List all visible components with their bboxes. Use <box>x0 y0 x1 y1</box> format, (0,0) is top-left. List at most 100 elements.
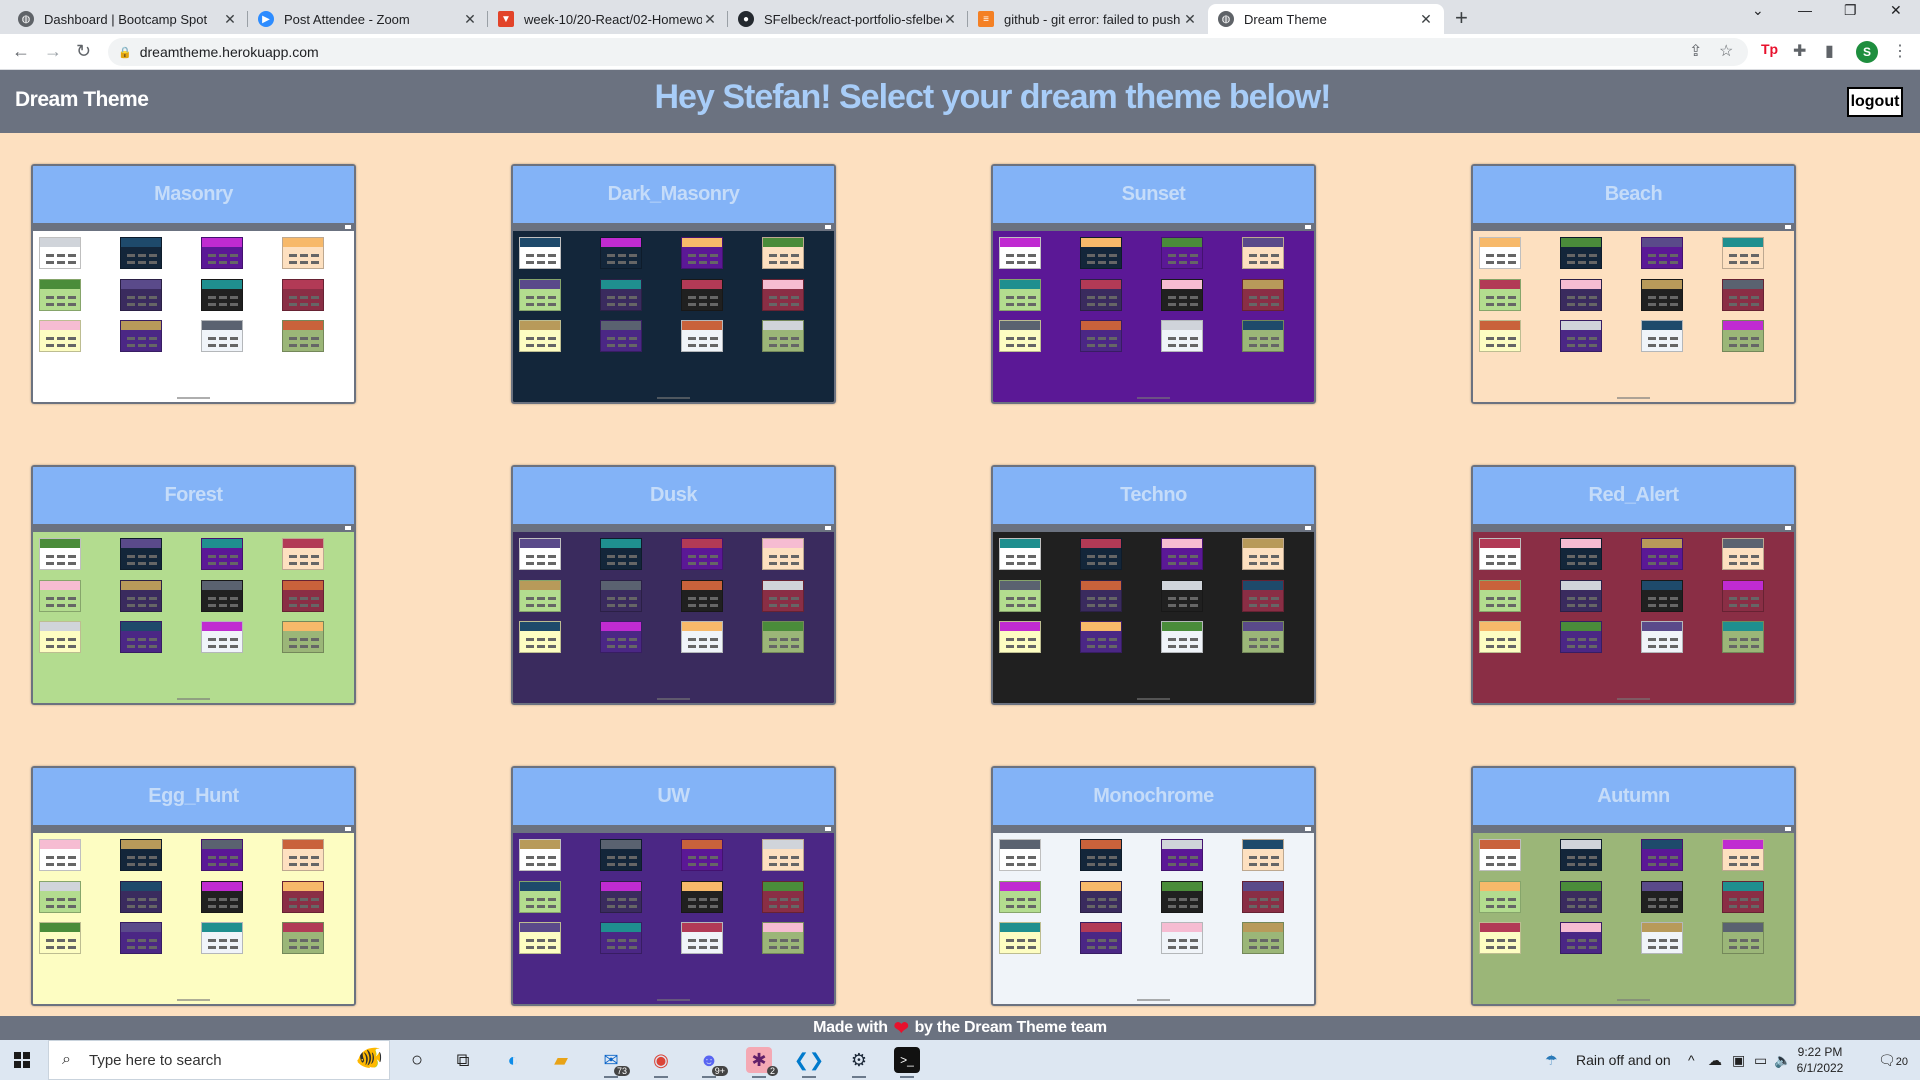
mini-theme-thumbnail <box>201 538 243 570</box>
mini-theme-thumbnail <box>1080 538 1122 570</box>
browser-tab-strip: ◍ Dashboard | Bootcamp Spot ✕ ▶ Post Att… <box>0 0 1920 34</box>
back-icon[interactable]: ← <box>12 41 30 62</box>
theme-preview <box>993 524 1314 703</box>
address-bar[interactable]: 🔒 dreamtheme.herokuapp.com <box>108 38 1748 66</box>
close-icon[interactable]: ✕ <box>462 11 478 28</box>
theme-card[interactable]: Autumn <box>1471 766 1796 1006</box>
theme-card[interactable]: Beach <box>1471 164 1796 404</box>
weather-icon[interactable]: ☂ <box>1545 1052 1558 1069</box>
cortana-icon[interactable]: ○ <box>404 1047 430 1073</box>
edge-icon[interactable]: ◐ <box>500 1047 526 1073</box>
mini-theme-thumbnail <box>282 279 324 311</box>
tray-chevron-icon[interactable]: ^ <box>1688 1052 1695 1068</box>
new-tab-button[interactable]: + <box>1455 5 1468 31</box>
theme-preview <box>33 524 354 703</box>
system-clock[interactable]: 9:22 PM 6/1/2022 <box>1784 1044 1856 1076</box>
close-icon[interactable]: ✕ <box>1418 11 1434 28</box>
meet-now-icon[interactable]: ▣ <box>1732 1052 1745 1069</box>
forward-icon[interactable]: → <box>44 41 62 62</box>
tab-search-icon[interactable]: ⌄ <box>1752 2 1764 19</box>
mini-theme-thumbnail <box>681 580 723 612</box>
chrome-icon[interactable]: ◉ <box>648 1047 674 1078</box>
notification-icon[interactable]: 🗨20 <box>1878 1052 1908 1069</box>
theme-card[interactable]: UW <box>511 766 836 1006</box>
bookmark-star-icon[interactable]: ☆ <box>1719 41 1733 61</box>
browser-tab[interactable]: ● SFelbeck/react-portfolio-sfelbeck ✕ <box>728 4 968 34</box>
mini-theme-thumbnail <box>999 580 1041 612</box>
reload-icon[interactable]: ↻ <box>76 41 91 62</box>
preview-header-bar <box>993 825 1314 833</box>
extension-tp-icon[interactable]: Tp <box>1761 41 1778 57</box>
windows-start-icon[interactable] <box>14 1052 30 1068</box>
preview-mini-grid <box>1473 839 1794 984</box>
theme-card[interactable]: Forest <box>31 465 356 705</box>
browser-tab[interactable]: ≡ github - git error: failed to push s ✕ <box>968 4 1208 34</box>
discord-icon[interactable]: ☻ 9+ <box>696 1047 728 1078</box>
theme-card[interactable]: Red_Alert <box>1471 465 1796 705</box>
maximize-button[interactable]: ❐ <box>1844 2 1857 19</box>
window-close-button[interactable]: ✕ <box>1890 2 1902 19</box>
mini-theme-thumbnail <box>1242 881 1284 913</box>
preview-header-bar <box>513 825 834 833</box>
mini-theme-thumbnail <box>1560 538 1602 570</box>
preview-header-bar <box>513 223 834 231</box>
network-icon[interactable]: ▭ <box>1754 1052 1767 1069</box>
theme-card[interactable]: Techno <box>991 465 1316 705</box>
preview-footer <box>1473 397 1794 400</box>
github-icon: ● <box>738 11 754 27</box>
taskbar-search-box[interactable]: ⌕ Type here to search 🐠 <box>48 1040 390 1080</box>
vscode-icon[interactable]: ❮❯ <box>794 1047 824 1078</box>
onedrive-icon[interactable]: ☁ <box>1708 1052 1722 1069</box>
mail-icon[interactable]: ✉ 73 <box>598 1047 630 1078</box>
mini-theme-thumbnail <box>999 922 1041 954</box>
preview-footer <box>993 999 1314 1002</box>
preview-header-bar <box>33 223 354 231</box>
theme-card[interactable]: Dusk <box>511 465 836 705</box>
lock-icon[interactable]: 🔒 <box>118 46 132 59</box>
mini-theme-thumbnail <box>1080 279 1122 311</box>
mini-theme-thumbnail <box>201 839 243 871</box>
slack-icon[interactable]: ✱ 2 <box>746 1047 778 1078</box>
preview-mini-grid <box>993 237 1314 382</box>
mini-theme-thumbnail <box>600 621 642 653</box>
mini-theme-thumbnail <box>681 621 723 653</box>
mini-theme-thumbnail <box>1080 839 1122 871</box>
theme-card[interactable]: Dark_Masonry <box>511 164 836 404</box>
browser-tab-active[interactable]: ◍ Dream Theme ✕ <box>1208 4 1444 34</box>
clock-time: 9:22 PM <box>1797 1045 1843 1059</box>
browser-tab[interactable]: ▼ week-10/20-React/02-Homework ✕ <box>488 4 728 34</box>
preview-footer <box>33 999 354 1002</box>
theme-card[interactable]: Monochrome <box>991 766 1316 1006</box>
mini-theme-thumbnail <box>282 621 324 653</box>
heart-icon: ❤ <box>893 1017 909 1038</box>
preview-header-bar <box>993 524 1314 532</box>
mini-theme-thumbnail <box>201 922 243 954</box>
terminal-icon[interactable]: >_ <box>894 1047 920 1078</box>
steam-icon[interactable]: ⚙ <box>846 1047 872 1078</box>
logout-button[interactable]: logout <box>1847 87 1903 117</box>
file-explorer-icon[interactable]: ▰ <box>548 1047 574 1073</box>
profile-avatar[interactable]: S <box>1856 41 1878 63</box>
mini-theme-thumbnail <box>1161 320 1203 352</box>
browser-tab[interactable]: ▶ Post Attendee - Zoom ✕ <box>248 4 488 34</box>
weather-text[interactable]: Rain off and on <box>1576 1052 1671 1068</box>
theme-card-title: UW <box>513 768 834 825</box>
search-placeholder: Type here to search <box>89 1051 222 1069</box>
theme-card[interactable]: Masonry <box>31 164 356 404</box>
theme-card-title: Masonry <box>33 166 354 223</box>
preview-mini-grid <box>33 237 354 382</box>
theme-preview <box>1473 825 1794 1004</box>
share-icon[interactable]: ⇪ <box>1689 41 1702 61</box>
close-icon[interactable]: ✕ <box>222 11 238 28</box>
theme-card[interactable]: Egg_Hunt <box>31 766 356 1006</box>
close-icon[interactable]: ✕ <box>1182 11 1198 28</box>
browser-tab[interactable]: ◍ Dashboard | Bootcamp Spot ✕ <box>8 4 248 34</box>
side-panel-icon[interactable]: ▮ <box>1825 41 1834 61</box>
extensions-puzzle-icon[interactable]: ✚ <box>1793 41 1806 61</box>
minimize-button[interactable]: — <box>1798 2 1812 18</box>
theme-card[interactable]: Sunset <box>991 164 1316 404</box>
close-icon[interactable]: ✕ <box>942 11 958 28</box>
close-icon[interactable]: ✕ <box>702 11 718 28</box>
task-view-icon[interactable]: ⧉ <box>450 1047 476 1073</box>
menu-kebab-icon[interactable]: ⋮ <box>1892 41 1908 61</box>
